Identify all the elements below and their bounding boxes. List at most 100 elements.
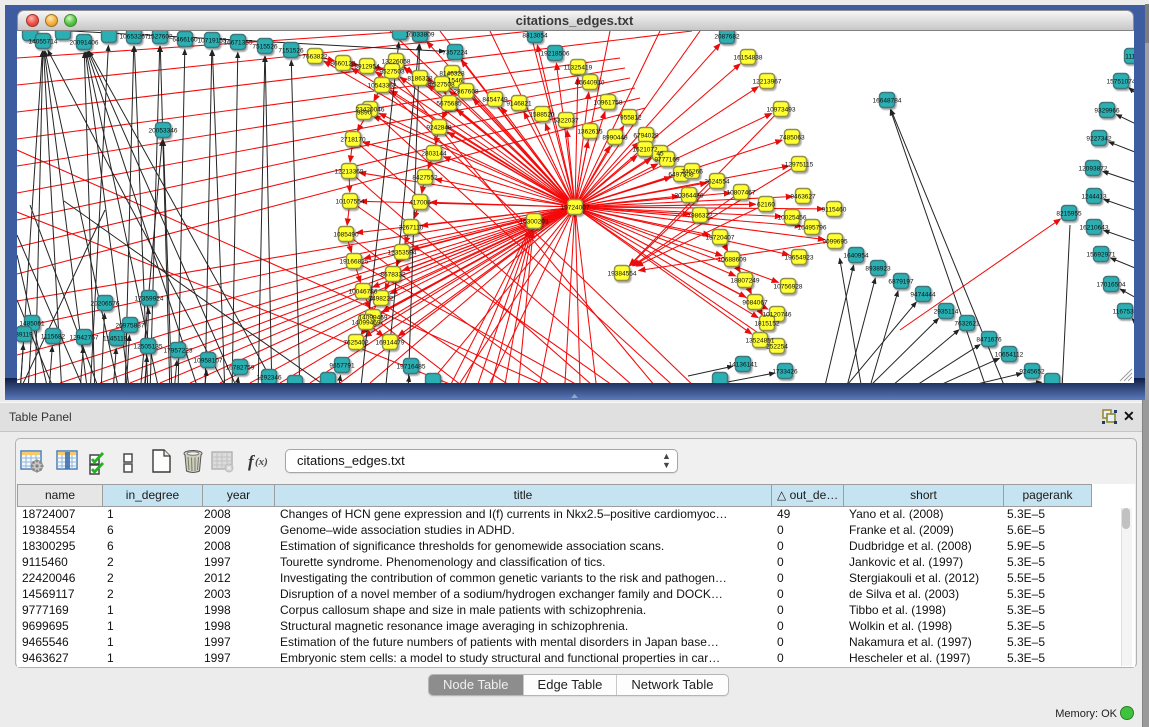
svg-text:3267110: 3267110 xyxy=(399,224,424,231)
svg-text:5322037: 5322037 xyxy=(553,117,579,124)
svg-text:1621072: 1621072 xyxy=(632,146,658,153)
svg-text:2803144: 2803144 xyxy=(421,150,447,157)
svg-text:1362615: 1362615 xyxy=(577,128,603,135)
svg-text:9890: 9890 xyxy=(357,109,372,116)
svg-text:9527503: 9527503 xyxy=(379,68,405,75)
svg-text:2718170: 2718170 xyxy=(340,136,366,143)
svg-text:12505135: 12505135 xyxy=(134,343,163,350)
svg-text:16648784: 16648784 xyxy=(873,97,902,104)
svg-text:10973493: 10973493 xyxy=(767,106,796,113)
svg-text:10543362: 10543362 xyxy=(368,82,397,89)
svg-text:6466160: 6466160 xyxy=(172,36,198,43)
svg-text:12975115: 12975115 xyxy=(785,161,814,168)
svg-text:417006: 417006 xyxy=(409,199,431,206)
svg-text:18807249: 18807249 xyxy=(731,277,760,284)
svg-text:9099695: 9099695 xyxy=(822,238,848,245)
svg-text:14055714: 14055714 xyxy=(29,38,58,45)
svg-text:7986322: 7986322 xyxy=(687,212,713,219)
svg-text:62160: 62160 xyxy=(757,201,775,208)
svg-text:7663822: 7663822 xyxy=(302,53,328,60)
svg-text:8471676: 8471676 xyxy=(976,336,1002,343)
svg-text:10961758: 10961758 xyxy=(594,99,623,106)
svg-text:8454749: 8454749 xyxy=(482,96,508,103)
svg-text:17957223: 17957223 xyxy=(164,347,193,354)
svg-text:15692971: 15692971 xyxy=(1087,251,1116,258)
svg-text:7357224: 7357224 xyxy=(442,49,468,56)
svg-text:20091406: 20091406 xyxy=(70,39,99,46)
svg-text:10958107: 10958107 xyxy=(194,357,223,364)
svg-text:9084067: 9084067 xyxy=(742,299,768,306)
svg-text:12942757: 12942757 xyxy=(70,334,99,341)
svg-text:7632621: 7632621 xyxy=(954,320,980,327)
svg-text:10756928: 10756928 xyxy=(774,283,803,290)
svg-text:9463627: 9463627 xyxy=(790,193,816,200)
svg-text:9527508: 9527508 xyxy=(429,81,455,88)
svg-text:1527602: 1527602 xyxy=(147,33,173,40)
svg-text:1640954: 1640954 xyxy=(843,252,869,259)
svg-text:2867608: 2867608 xyxy=(453,88,479,95)
svg-text:17359924: 17359924 xyxy=(135,295,164,302)
svg-text:1588520: 1588520 xyxy=(529,111,555,118)
svg-text:1815152: 1815152 xyxy=(754,320,780,327)
svg-text:20975887: 20975887 xyxy=(116,322,145,329)
svg-text:20053346: 20053346 xyxy=(149,127,178,134)
svg-text:10120746: 10120746 xyxy=(763,311,792,318)
svg-text:19166825: 19166825 xyxy=(340,258,369,265)
svg-text:1085490: 1085490 xyxy=(333,231,359,238)
svg-text:5675685: 5675685 xyxy=(436,100,462,107)
svg-text:9146821: 9146821 xyxy=(506,100,532,107)
svg-text:9657791: 9657791 xyxy=(329,362,355,369)
svg-text:7625402: 7625402 xyxy=(343,339,369,346)
svg-text:11325419: 11325419 xyxy=(564,64,593,71)
svg-text:10688609: 10688609 xyxy=(718,256,747,263)
svg-text:3624554: 3624554 xyxy=(704,178,730,185)
svg-text:8427552: 8427552 xyxy=(412,174,438,181)
svg-text:14099469: 14099469 xyxy=(352,319,381,326)
svg-text:19716485: 19716485 xyxy=(397,363,426,370)
svg-text:8938923: 8938923 xyxy=(865,265,891,272)
svg-text:(x): (x) xyxy=(255,456,268,468)
svg-text:1292346: 1292346 xyxy=(256,374,282,381)
svg-text:16210643: 16210643 xyxy=(1080,224,1109,231)
svg-text:9227342: 9227342 xyxy=(1086,135,1112,142)
svg-text:15720407: 15720407 xyxy=(706,234,735,241)
svg-text:19654923: 19654923 xyxy=(785,254,814,261)
svg-text:10025456: 10025456 xyxy=(778,214,807,221)
svg-text:12213967: 12213967 xyxy=(753,78,782,85)
svg-text:9777169: 9777169 xyxy=(654,156,680,163)
svg-text:2935114: 2935114 xyxy=(934,308,959,315)
svg-text:15300203: 15300203 xyxy=(520,218,549,225)
svg-text:10719155: 10719155 xyxy=(198,37,227,44)
svg-text:11451194: 11451194 xyxy=(103,335,131,342)
svg-text:9329966: 9329966 xyxy=(1094,107,1120,114)
svg-text:16154838: 16154838 xyxy=(734,54,763,61)
svg-text:1485061: 1485061 xyxy=(19,320,45,327)
svg-text:746266: 746266 xyxy=(681,168,703,175)
svg-text:19384554: 19384554 xyxy=(608,270,637,277)
svg-text:17016504: 17016504 xyxy=(1097,281,1126,288)
svg-text:15640910: 15640910 xyxy=(576,79,605,86)
svg-text:16033809: 16033809 xyxy=(406,31,435,38)
svg-text:9245652: 9245652 xyxy=(1019,368,1045,375)
svg-text:8678332: 8678332 xyxy=(380,271,406,278)
svg-text:6794028: 6794028 xyxy=(633,132,659,139)
svg-text:16782759: 16782759 xyxy=(226,364,255,371)
svg-text:9242848: 9242848 xyxy=(426,124,452,131)
svg-text:20206576: 20206576 xyxy=(91,300,120,307)
svg-text:6879197: 6879197 xyxy=(888,278,914,285)
svg-text:10807467: 10807467 xyxy=(727,189,756,196)
svg-text:8660123: 8660123 xyxy=(330,60,356,67)
svg-text:13226058: 13226058 xyxy=(382,58,411,65)
svg-text:252254: 252254 xyxy=(766,343,788,350)
svg-text:9115460: 9115460 xyxy=(822,206,847,213)
svg-text:1167533: 1167533 xyxy=(1113,308,1134,315)
svg-text:8990448: 8990448 xyxy=(602,134,628,141)
svg-text:16671355: 16671355 xyxy=(224,39,253,46)
svg-text:7151526: 7151526 xyxy=(278,47,304,54)
svg-text:14136141: 14136141 xyxy=(729,361,758,368)
svg-text:19218506: 19218506 xyxy=(541,50,570,57)
svg-text:20364436: 20364436 xyxy=(675,192,704,199)
svg-text:19724007: 19724007 xyxy=(561,204,590,211)
svg-text:7955812: 7955812 xyxy=(616,114,642,121)
svg-text:10654112: 10654112 xyxy=(995,351,1024,358)
